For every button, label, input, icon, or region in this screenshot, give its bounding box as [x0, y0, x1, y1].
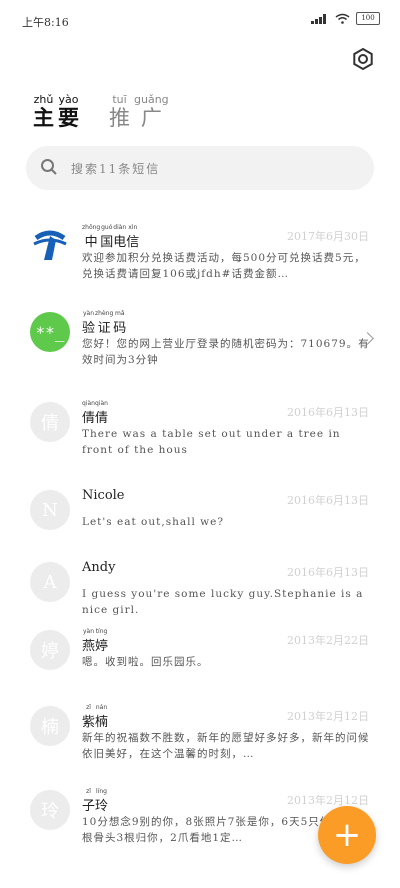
gear-icon: [353, 47, 373, 71]
avatar: N: [30, 490, 70, 530]
message-date: 2016年6月13日: [287, 406, 369, 419]
tab-main-char: 主: [33, 105, 54, 130]
avatar: A: [30, 562, 70, 602]
contact-name: yàn 燕 tíng 婷: [82, 622, 108, 654]
message-preview: Let's eat out,shall we?: [82, 516, 224, 528]
avatar: 倩: [30, 402, 70, 442]
name-pinyin: xìn: [128, 224, 138, 231]
name-char: mǎ 码: [113, 310, 127, 336]
contact-name: qiàn 倩 qiàn 倩: [82, 394, 108, 426]
tab-main-char: 要: [58, 105, 79, 130]
avatar: **_: [30, 312, 70, 352]
name-char: xìn 信: [126, 224, 140, 250]
message-item[interactable]: 婷 yàn 燕 tíng 婷 2013年2月22日嗯。收到啦。回乐园乐。: [0, 628, 400, 700]
name-char: zǐ 子: [82, 788, 96, 814]
name-char: zhōng 中: [82, 224, 101, 250]
name-char: diàn 电: [113, 224, 127, 250]
message-date: 2016年6月13日: [287, 494, 369, 507]
name-pinyin: diàn: [113, 224, 127, 231]
name-char: qiàn 倩: [95, 400, 109, 426]
tab-promotion[interactable]: tuī 推 guǎng 广: [109, 93, 169, 131]
status-time: 上午8:16: [22, 16, 69, 29]
name-pinyin: zhèng: [95, 310, 114, 317]
search-bar[interactable]: 搜索11条短信: [26, 146, 374, 190]
name-char: zǐ 紫: [82, 704, 96, 730]
contact-name: zǐ 子 líng 玲: [82, 782, 108, 814]
avatar: 婷: [30, 630, 70, 670]
message-preview: 新年的祝福数不胜数，新年的愿望好多好多，新年的问候依旧美好，在这个温馨的时刻，…: [82, 732, 370, 760]
search-icon: [41, 159, 57, 175]
message-item[interactable]: zhōng 中 guó 国 diàn 电 xìn 信 2017年6月30日欢迎参加积分兑换话费活…: [0, 224, 400, 296]
message-item[interactable]: N Nicole 2016年6月13日 Let's eat out,shall we?: [0, 488, 400, 560]
status-icons: 100: [311, 12, 380, 25]
message-preview: There was a table set out under a tree i…: [82, 428, 341, 456]
name-char: tíng 婷: [95, 628, 109, 654]
name-char: zhèng 证: [95, 310, 114, 336]
message-date: 2013年2月12日: [287, 794, 369, 807]
tab-main[interactable]: zhǔ 主 yào 要: [33, 94, 79, 130]
name-pinyin: yàn: [82, 628, 95, 635]
search-placeholder: 搜索11条短信: [71, 162, 161, 176]
message-preview: 嗯。收到啦。回乐园乐。: [82, 656, 209, 668]
contact-name: yàn 验 zhèng 证 mǎ 码: [82, 304, 126, 336]
name-char: yàn 验: [82, 310, 96, 336]
name-char: líng 玲: [95, 788, 109, 814]
tab-promotion-pinyin: guǎng: [134, 93, 169, 106]
name-pinyin: zǐ: [86, 704, 91, 711]
china-telecom-logo-icon: [30, 226, 70, 266]
contact-name: zǐ 紫 nán 楠: [82, 698, 108, 730]
contact-name: Nicole: [82, 488, 125, 503]
tab-promotion-char: 广: [140, 106, 162, 130]
name-pinyin: zǐ: [86, 788, 91, 795]
message-preview: I guess you're some lucky guy.Stephanie …: [82, 588, 364, 616]
compose-button[interactable]: +: [318, 806, 376, 864]
message-item[interactable]: A Andy 2016年6月13日 I guess you're some lucky…: [0, 560, 400, 632]
name-pinyin: nán: [95, 704, 108, 711]
message-date: 2013年2月22日: [287, 634, 369, 647]
wifi-icon: [335, 13, 350, 24]
signal-icon: [311, 14, 326, 24]
avatar: 玲: [30, 790, 70, 830]
avatar: 楠: [30, 706, 70, 746]
message-item[interactable]: **_ yàn 验 zhèng 证 mǎ 码您好！您的网上营业厅登录的随机密码为：71067…: [0, 310, 400, 382]
message-date: 2016年6月13日: [287, 566, 369, 579]
name-pinyin: tíng: [95, 628, 108, 635]
name-char: nán 楠: [95, 704, 109, 730]
name-pinyin: zhōng: [82, 224, 101, 231]
message-date: 2017年6月30日: [287, 230, 369, 243]
name-pinyin: mǎ: [115, 310, 125, 317]
contact-name: Andy: [82, 560, 116, 575]
name-char: yàn 燕: [82, 628, 96, 654]
settings-button[interactable]: [350, 46, 376, 72]
name-char: qiàn 倩: [82, 400, 96, 426]
tab-promotion-pinyin: tuī: [112, 93, 127, 106]
name-pinyin: qiàn: [95, 400, 108, 407]
name-pinyin: guó: [101, 224, 113, 231]
name-char: guó 国: [100, 224, 114, 250]
contact-name: zhōng 中 guó 国 diàn 电 xìn 信: [82, 218, 139, 250]
message-date: 2013年2月12日: [287, 710, 369, 723]
name-pinyin: líng: [96, 788, 107, 795]
message-item[interactable]: 楠 zǐ 紫 nán 楠 2013年2月12日新年的祝福数不胜数，新年的愿望好多好多，新年…: [0, 704, 400, 776]
tab-promotion-char: 推: [109, 106, 130, 130]
message-preview: 欢迎参加积分兑换话费活动，每500分可兑换话费5元，兑换话费请回复106或jfd…: [82, 252, 366, 280]
battery-icon: 100: [356, 12, 380, 25]
message-item[interactable]: 倩 qiàn 倩 qiàn 倩 2016年6月13日 There was a table s…: [0, 400, 400, 472]
name-pinyin: yàn: [82, 310, 95, 317]
message-preview: 您好！您的网上营业厅登录的随机密码为：710679。有效时间为3分钟: [82, 338, 370, 366]
name-pinyin: qiàn: [82, 400, 95, 407]
